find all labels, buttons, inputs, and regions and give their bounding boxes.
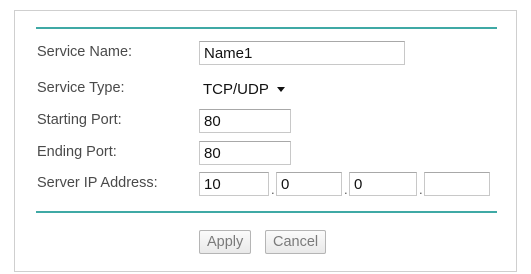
starting-port-label: Starting Port: [37, 112, 122, 128]
starting-port-input[interactable] [199, 109, 291, 133]
ip-octet-3-input[interactable] [349, 172, 417, 196]
service-type-row: Service Type: TCP/UDP [36, 77, 506, 101]
ip-octet-2-input[interactable] [276, 172, 342, 196]
ending-port-label: Ending Port: [37, 144, 117, 160]
ending-port-input[interactable] [199, 141, 291, 165]
ip-separator: . [419, 182, 423, 197]
service-name-input[interactable] [199, 41, 405, 65]
service-type-label: Service Type: [37, 80, 125, 96]
ending-port-row: Ending Port: [36, 141, 506, 165]
ip-octet-4-input[interactable] [424, 172, 490, 196]
server-ip-label: Server IP Address: [37, 175, 158, 191]
service-type-value: TCP/UDP [203, 80, 269, 98]
service-name-row: Service Name: [36, 41, 506, 65]
server-ip-row: Server IP Address: . . . [36, 172, 506, 196]
port-forwarding-panel: Service Name: Service Type: TCP/UDP Star… [14, 10, 517, 272]
starting-port-row: Starting Port: [36, 109, 506, 133]
chevron-down-icon [276, 86, 285, 92]
service-name-label: Service Name: [37, 44, 133, 60]
ip-separator: . [271, 182, 275, 197]
apply-button[interactable]: Apply [199, 230, 252, 254]
service-type-select[interactable]: TCP/UDP [199, 77, 311, 101]
ip-octet-1-input[interactable] [199, 172, 269, 196]
ip-separator: . [344, 182, 348, 197]
cancel-button[interactable]: Cancel [265, 230, 327, 254]
top-divider [36, 27, 497, 29]
bottom-divider [36, 211, 497, 213]
